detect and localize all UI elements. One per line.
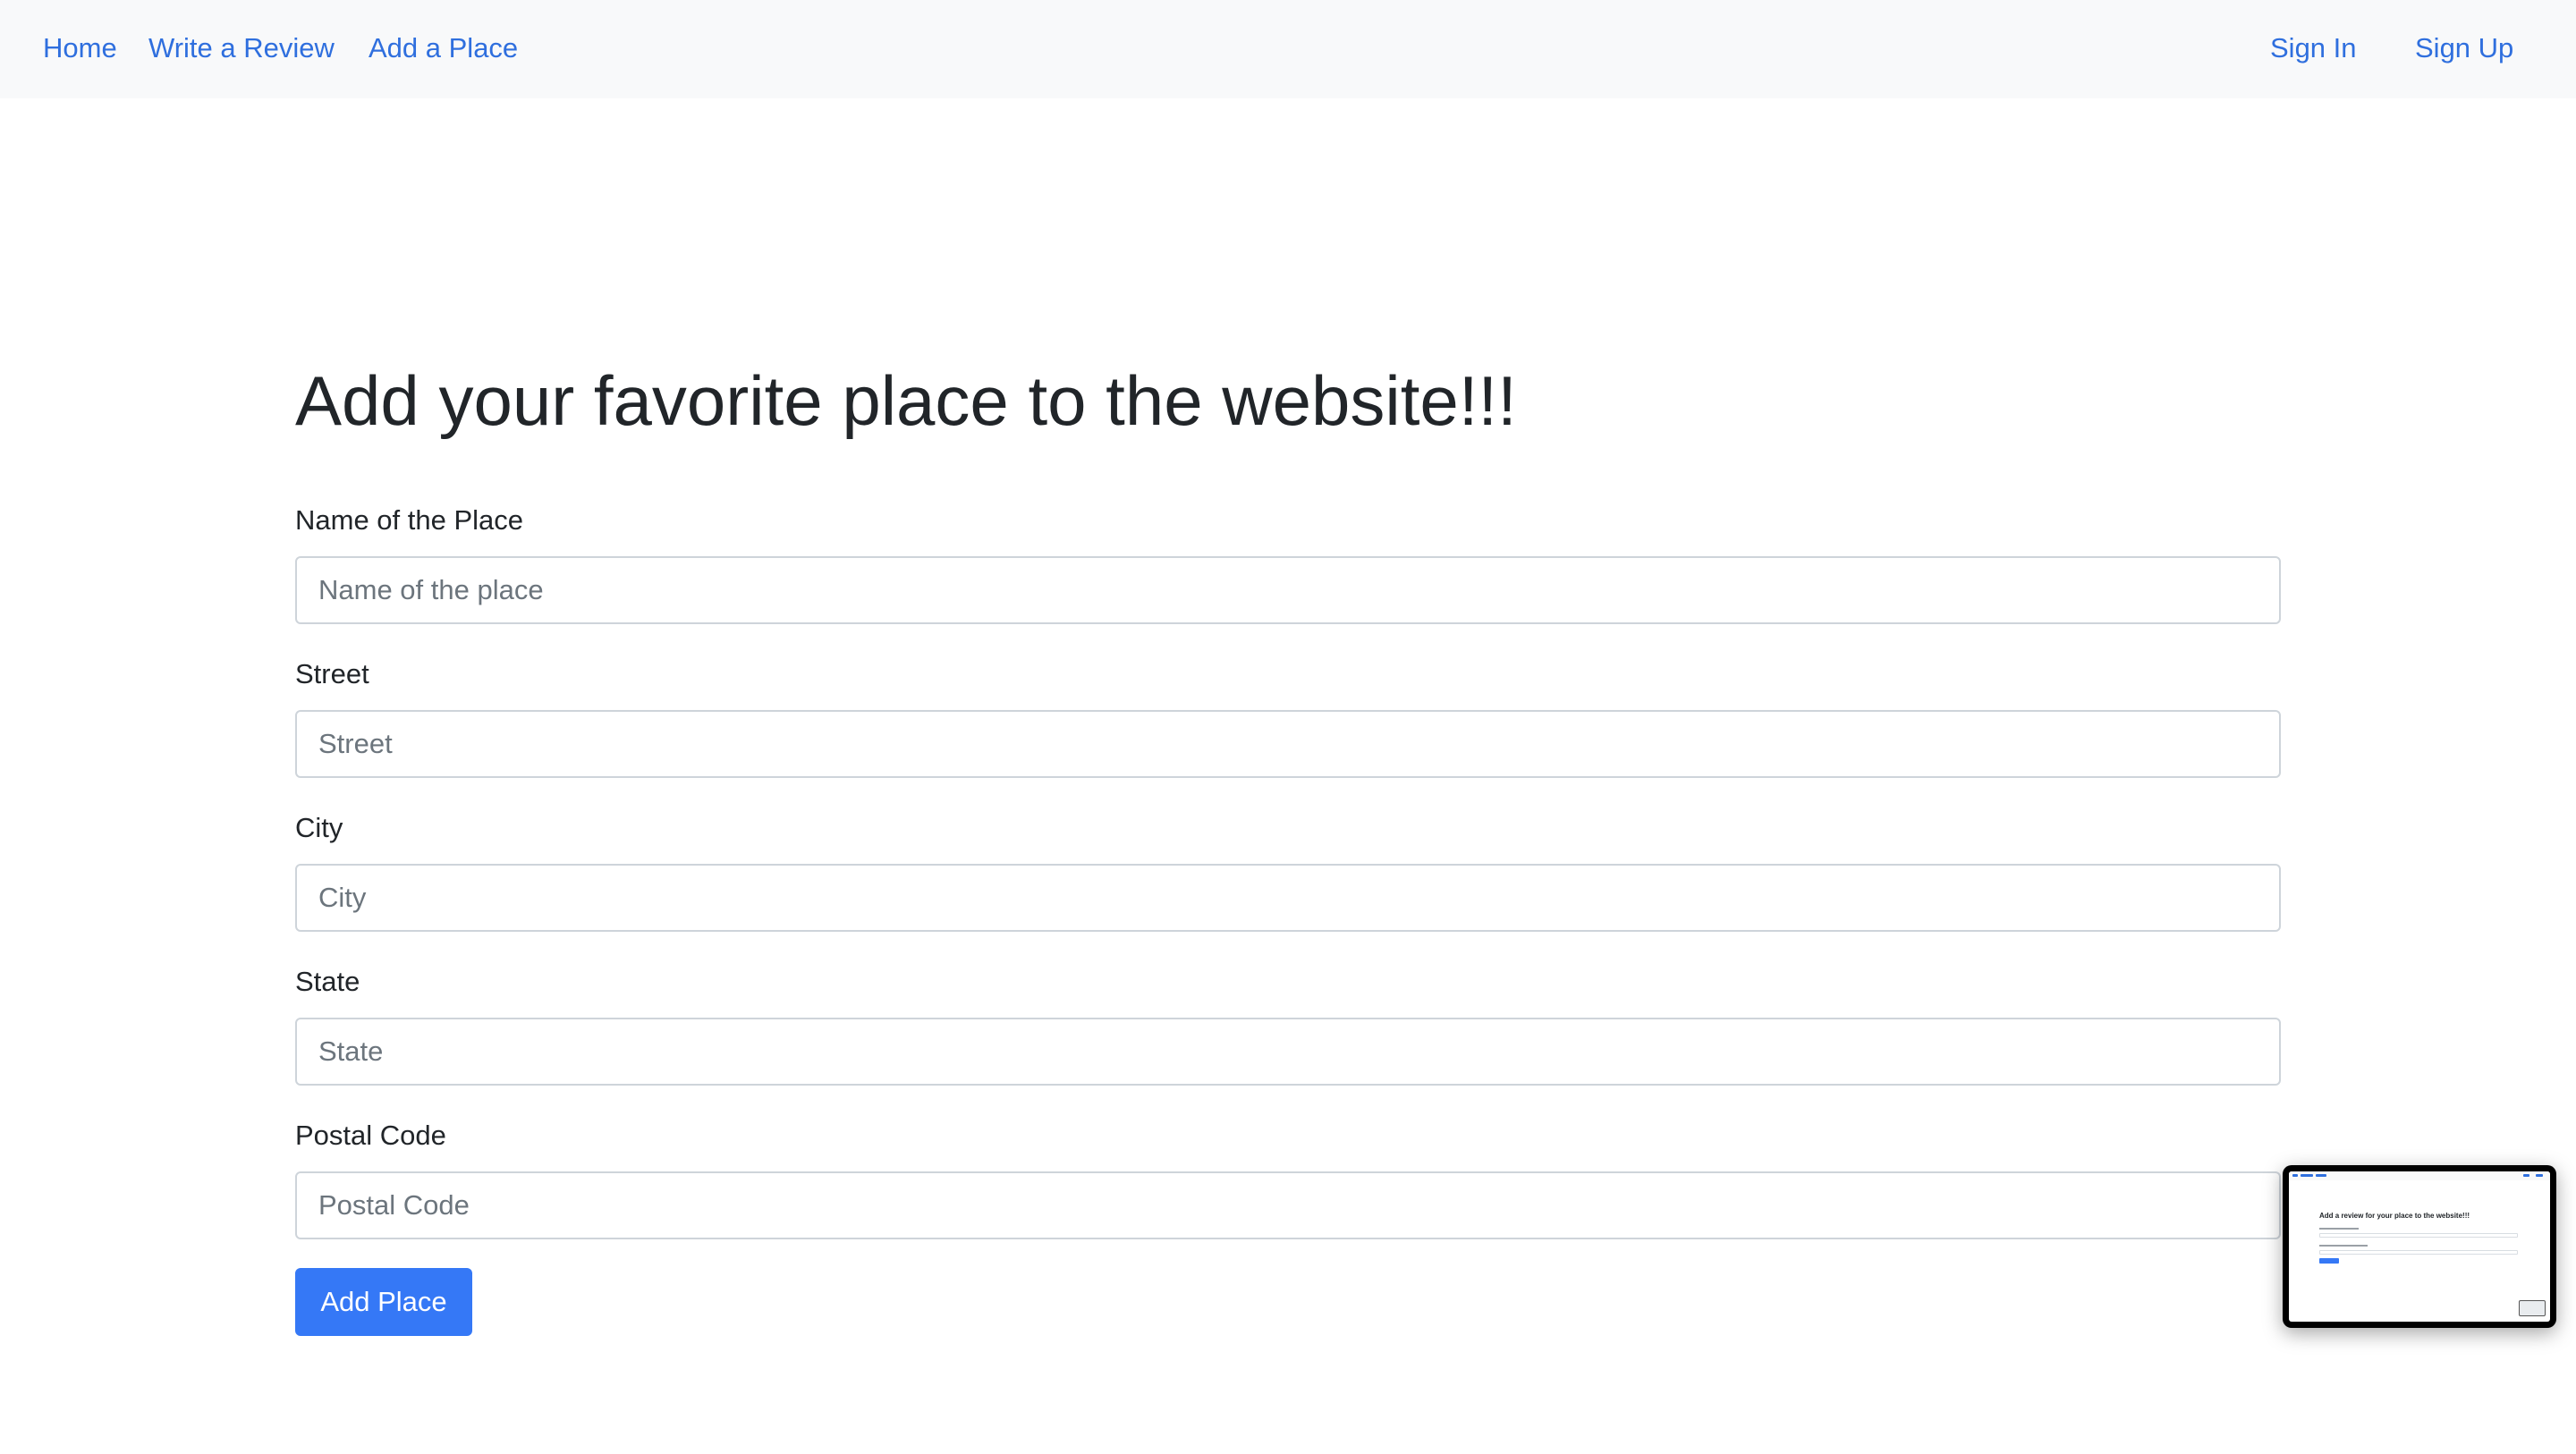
state-label: State — [295, 966, 360, 997]
preview-nav-link — [2523, 1174, 2529, 1177]
preview-nav-link — [2316, 1174, 2326, 1177]
nav-write-review-link[interactable]: Write a Review — [148, 29, 335, 68]
nav-add-place-link[interactable]: Add a Place — [369, 29, 518, 68]
preview-nav-link — [2292, 1174, 2298, 1177]
city-input[interactable] — [295, 864, 2281, 932]
top-navbar: Home Write a Review Add a Place Sign In … — [0, 0, 2576, 98]
preview-label-line — [2319, 1228, 2359, 1230]
preview-title: Add a review for your place to the websi… — [2319, 1212, 2470, 1220]
street-label: Street — [295, 658, 369, 689]
page-title: Add your favorite place to the website!!… — [295, 361, 1517, 440]
preview-nav-link — [2301, 1174, 2313, 1177]
preview-button — [2319, 1258, 2339, 1264]
add-place-button[interactable]: Add Place — [295, 1268, 472, 1336]
nav-home-link[interactable]: Home — [43, 29, 117, 68]
preview-navbar — [2289, 1171, 2550, 1180]
preview-field — [2319, 1250, 2518, 1255]
postal-code-label: Postal Code — [295, 1120, 446, 1151]
preview-screen: Add a review for your place to the websi… — [2289, 1171, 2550, 1322]
postal-code-input[interactable] — [295, 1171, 2281, 1239]
preview-nav-link — [2536, 1174, 2543, 1177]
state-input[interactable] — [295, 1018, 2281, 1086]
screenshot-preview-thumbnail[interactable]: Add a review for your place to the websi… — [2283, 1165, 2556, 1328]
street-input[interactable] — [295, 710, 2281, 778]
place-name-label: Name of the Place — [295, 504, 524, 536]
nav-sign-in-link[interactable]: Sign In — [2270, 29, 2357, 68]
preview-field — [2319, 1233, 2518, 1238]
preview-corner-thumbnail — [2519, 1300, 2546, 1316]
preview-label-line — [2319, 1245, 2368, 1247]
city-label: City — [295, 812, 343, 843]
place-name-input[interactable] — [295, 556, 2281, 624]
nav-sign-up-link[interactable]: Sign Up — [2415, 29, 2513, 68]
